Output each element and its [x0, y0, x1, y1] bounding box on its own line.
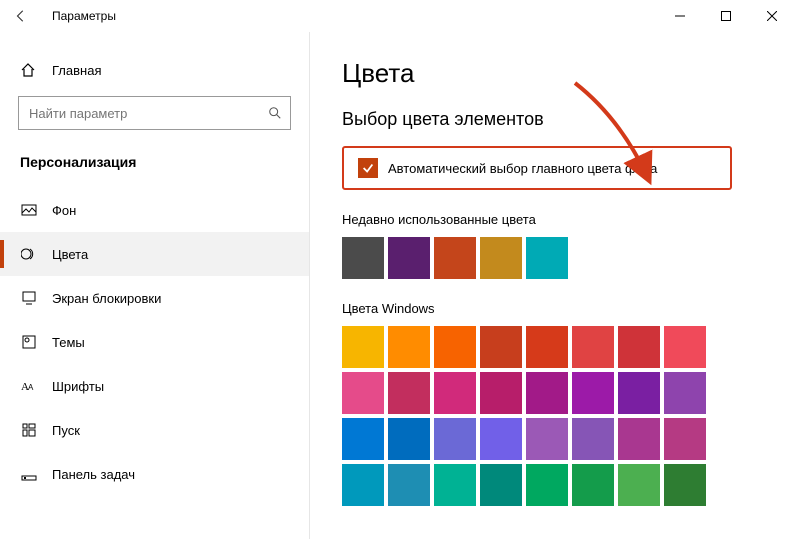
- color-swatch[interactable]: [618, 372, 660, 414]
- color-swatch[interactable]: [526, 418, 568, 460]
- minimize-button[interactable]: [657, 0, 703, 32]
- sidebar-item-start[interactable]: Пуск: [0, 408, 309, 452]
- color-swatch[interactable]: [480, 464, 522, 506]
- recent-color-swatch[interactable]: [526, 237, 568, 279]
- sidebar-item-label: Цвета: [52, 247, 88, 262]
- recent-colors-heading: Недавно использованные цвета: [342, 212, 795, 227]
- search-input[interactable]: [29, 106, 268, 121]
- color-swatch[interactable]: [572, 326, 614, 368]
- sidebar-item-label: Темы: [52, 335, 85, 350]
- color-swatch[interactable]: [388, 464, 430, 506]
- back-button[interactable]: [14, 9, 44, 23]
- color-swatch[interactable]: [572, 372, 614, 414]
- color-swatch[interactable]: [434, 464, 476, 506]
- sidebar-item-themes[interactable]: Темы: [0, 320, 309, 364]
- color-swatch[interactable]: [342, 372, 384, 414]
- sidebar-item-fonts[interactable]: AA Шрифты: [0, 364, 309, 408]
- home-icon: [20, 62, 38, 78]
- color-swatch[interactable]: [572, 418, 614, 460]
- color-swatch[interactable]: [434, 372, 476, 414]
- minimize-icon: [675, 11, 685, 21]
- colors-icon: [20, 246, 38, 262]
- search-icon: [268, 106, 282, 120]
- search-input-wrapper[interactable]: [18, 96, 291, 130]
- fonts-icon: AA: [20, 378, 38, 394]
- sidebar-section-heading: Персонализация: [0, 148, 309, 188]
- color-swatch[interactable]: [434, 326, 476, 368]
- recent-color-swatch[interactable]: [388, 237, 430, 279]
- window-title: Параметры: [44, 9, 657, 23]
- color-swatch[interactable]: [526, 464, 568, 506]
- sidebar: Главная Персонализация Фон Цвета Экран бло…: [0, 32, 310, 539]
- sidebar-item-label: Шрифты: [52, 379, 104, 394]
- home-link[interactable]: Главная: [0, 56, 309, 92]
- themes-icon: [20, 334, 38, 350]
- sidebar-item-label: Пуск: [52, 423, 80, 438]
- recent-color-swatch[interactable]: [342, 237, 384, 279]
- close-icon: [767, 11, 777, 21]
- recent-color-swatch[interactable]: [480, 237, 522, 279]
- color-swatch[interactable]: [618, 464, 660, 506]
- color-swatch[interactable]: [480, 372, 522, 414]
- color-swatch[interactable]: [572, 464, 614, 506]
- color-swatch[interactable]: [664, 418, 706, 460]
- auto-color-checkbox[interactable]: [358, 158, 378, 178]
- color-swatch[interactable]: [526, 372, 568, 414]
- background-icon: [20, 202, 38, 218]
- home-label: Главная: [52, 63, 101, 78]
- windows-colors-heading: Цвета Windows: [342, 301, 795, 316]
- color-swatch[interactable]: [342, 418, 384, 460]
- sidebar-item-colors[interactable]: Цвета: [0, 232, 309, 276]
- content-area: Цвета Выбор цвета элементов Автоматическ…: [310, 32, 795, 539]
- color-swatch[interactable]: [388, 418, 430, 460]
- color-swatch[interactable]: [480, 418, 522, 460]
- color-swatch[interactable]: [434, 418, 476, 460]
- color-swatch[interactable]: [480, 326, 522, 368]
- lockscreen-icon: [20, 290, 38, 306]
- color-swatch[interactable]: [342, 326, 384, 368]
- color-swatch[interactable]: [342, 464, 384, 506]
- arrow-left-icon: [14, 9, 28, 23]
- sidebar-item-label: Панель задач: [52, 467, 135, 482]
- color-swatch[interactable]: [388, 326, 430, 368]
- auto-color-option[interactable]: Автоматический выбор главного цвета фона: [342, 146, 732, 190]
- maximize-button[interactable]: [703, 0, 749, 32]
- sidebar-item-taskbar[interactable]: Панель задач: [0, 452, 309, 496]
- color-swatch[interactable]: [664, 326, 706, 368]
- color-swatch[interactable]: [526, 326, 568, 368]
- color-swatch[interactable]: [664, 464, 706, 506]
- auto-color-label: Автоматический выбор главного цвета фона: [388, 161, 657, 176]
- sidebar-item-label: Фон: [52, 203, 76, 218]
- color-swatch[interactable]: [388, 372, 430, 414]
- recent-color-swatch[interactable]: [434, 237, 476, 279]
- maximize-icon: [721, 11, 731, 21]
- svg-text:A: A: [28, 383, 34, 392]
- color-swatch[interactable]: [618, 418, 660, 460]
- checkmark-icon: [361, 161, 375, 175]
- start-icon: [20, 422, 38, 438]
- section-subheading: Выбор цвета элементов: [342, 109, 795, 130]
- page-title: Цвета: [342, 58, 795, 89]
- sidebar-item-background[interactable]: Фон: [0, 188, 309, 232]
- sidebar-item-lockscreen[interactable]: Экран блокировки: [0, 276, 309, 320]
- sidebar-item-label: Экран блокировки: [52, 291, 161, 306]
- close-button[interactable]: [749, 0, 795, 32]
- color-swatch[interactable]: [618, 326, 660, 368]
- taskbar-icon: [20, 466, 38, 482]
- color-swatch[interactable]: [664, 372, 706, 414]
